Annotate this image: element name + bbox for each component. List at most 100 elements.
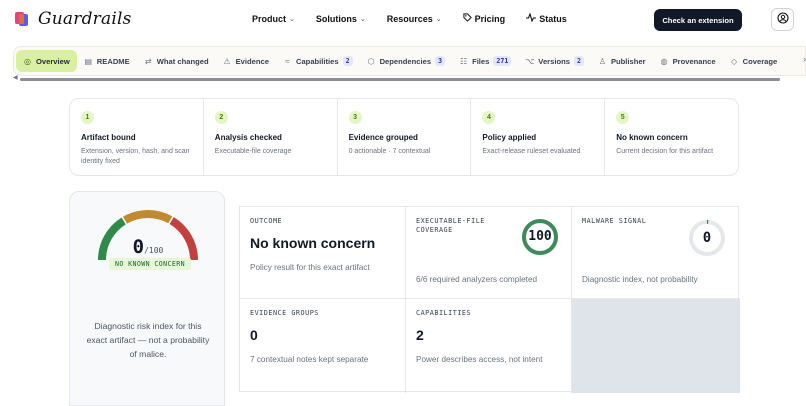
brand-logo[interactable]: Guardrails [14, 9, 132, 29]
plug-icon: ≈ [285, 56, 290, 66]
guardrails-logo-icon [14, 10, 32, 28]
nav-status-label: Status [539, 13, 567, 24]
nav-product-label: Product [252, 13, 287, 24]
nav-solutions-label: Solutions [315, 13, 357, 24]
brand-name: Guardrails [38, 9, 132, 29]
person-icon: ♙ [598, 56, 607, 66]
step-title: Policy applied [482, 133, 537, 142]
check-extension-button[interactable]: Check an extension [654, 9, 742, 31]
tab-label: Files [472, 56, 490, 66]
tab-publisher[interactable]: ♙ Publisher [591, 50, 653, 72]
main-nav: Product ⌄ Solutions ⌄ Resources ⌄ Pricin… [252, 12, 588, 24]
tab-label: Capabilities [295, 56, 339, 66]
nav-resources[interactable]: Resources ⌄ [387, 13, 442, 24]
malware-ring: 0 [688, 219, 726, 257]
chevron-down-icon: ⌄ [289, 15, 295, 23]
tab-evidence[interactable]: ⚠ Evidence [216, 50, 276, 72]
nav-resources-label: Resources [386, 13, 433, 24]
metrics-grid: OUTCOME No known concern Policy result f… [239, 206, 740, 393]
step-card: 2 Analysis checked Executable-file coverag… [204, 99, 338, 175]
step-card: 1 Artifact bound Extension, version, hash,… [70, 99, 204, 175]
gauge-note: Diagnostic risk index for this exact art… [86, 321, 210, 359]
tab-what-changed[interactable]: ⇄ What changed [137, 50, 216, 72]
nav-status[interactable]: Status [526, 12, 567, 24]
step-card: 4 Policy applied Exact-release ruleset eva… [471, 99, 606, 175]
step-description: Exact-release ruleset evaluated [482, 148, 581, 155]
account-button[interactable] [771, 8, 794, 31]
nav-solutions[interactable]: Solutions ⌄ [316, 13, 366, 24]
document-icon: ▤ [84, 56, 93, 66]
tab-label: Overview [36, 56, 70, 66]
user-circle-icon [776, 11, 789, 29]
outcome-label: OUTCOME [250, 217, 283, 225]
coverage-value: 100 [528, 229, 552, 244]
tab-label: What changed [156, 56, 209, 66]
tab-capabilities[interactable]: ≈ Capabilities 2 [276, 50, 360, 72]
tab-label: Coverage [742, 56, 778, 66]
tab-versions[interactable]: ⌥ Versions 2 [518, 50, 591, 72]
step-description: Extension, version, hash, and scan ident… [81, 148, 190, 165]
nav-product[interactable]: Product ⌄ [252, 13, 295, 24]
scrollbar-thumb[interactable] [20, 78, 780, 81]
capabilities-label: CAPABILITIES [416, 309, 472, 317]
tab-overview[interactable]: ◎ Overview [16, 50, 77, 72]
tab-files[interactable]: ☷ Files 271 [452, 50, 518, 72]
top-header: Guardrails Product ⌄ Solutions ⌄ Resourc… [0, 0, 806, 40]
tab-provenance[interactable]: ◍ Provenance [653, 50, 723, 72]
step-number: 4 [482, 111, 496, 124]
gauge-score-max: /100 [144, 246, 164, 255]
tab-coverage[interactable]: ◇ Coverage [723, 50, 785, 72]
warning-icon: ⚠ [223, 56, 231, 66]
tab-readme[interactable]: ▤ README [77, 50, 137, 72]
tab-count-badge: 3 [435, 56, 446, 66]
step-title: Analysis checked [214, 133, 282, 142]
globe-icon: ◍ [660, 56, 668, 66]
gauge-score-value: 0 [132, 236, 145, 258]
tab-count-badge: 271 [493, 56, 512, 66]
evidence-value: 0 [250, 327, 258, 343]
evidence-label: EVIDENCE GROUPS [250, 309, 319, 317]
tab-label: Versions [538, 56, 570, 66]
tab-count-badge: 2 [573, 56, 584, 66]
capabilities-value: 2 [416, 327, 424, 343]
tab-list: ◎ Overview ▤ README ⇄ What changed ⚠ Evidence ≈ C… [16, 50, 784, 72]
capabilities-cell: CAPABILITIES 2 Power describes access, n… [406, 299, 572, 393]
step-description: 0 actionable · 7 contextual [348, 148, 431, 155]
step-title: Evidence grouped [348, 133, 418, 142]
outcome-cell: OUTCOME No known concern Policy result f… [240, 207, 406, 299]
outcome-value: No known concern [250, 235, 376, 251]
coverage-label: EXECUTABLE-FILE COVERAGE [416, 217, 485, 234]
step-card: 3 Evidence grouped 0 actionable · 7 contex… [338, 99, 472, 175]
evidence-note: 7 contextual notes kept separate [250, 355, 369, 364]
coverage-cell: EXECUTABLE-FILE COVERAGE 100 6/6 require… [406, 207, 572, 299]
tab-label: Evidence [235, 56, 269, 66]
capabilities-note: Power describes access, not intent [416, 355, 543, 364]
chevron-down-icon: ⌄ [359, 15, 366, 23]
tab-label: Dependencies [379, 56, 432, 66]
step-title: No known concern [616, 133, 688, 142]
nav-pricing[interactable]: Pricing [463, 13, 506, 24]
nav-pricing-label: Pricing [474, 13, 506, 24]
malware-cell: MALWARE SIGNAL 0 Diagnostic index, not p… [572, 207, 740, 299]
step-number: 1 [81, 111, 94, 124]
report-tabs: ◎ Overview ▤ README ⇄ What changed ⚠ Evidence ≈ C… [13, 46, 806, 76]
tabs-scrollbar[interactable] [20, 78, 780, 81]
tab-label: Publisher [610, 56, 646, 66]
coverage-ring: 100 [521, 218, 559, 256]
step-number: 3 [348, 111, 362, 124]
step-card: 5 No known concern Current decision for th… [605, 99, 738, 175]
status-badge: NO KNOWN CONCERN [109, 258, 191, 270]
coverage-note: 6/6 required analyzers completed [416, 275, 538, 284]
step-title: Artifact bound [81, 133, 136, 142]
tab-dependencies[interactable]: ⬡ Dependencies 3 [360, 50, 452, 72]
analysis-steps: 1 Artifact bound Extension, version, hash,… [69, 98, 739, 176]
gauge-arc-mid [123, 210, 173, 224]
radar-icon: ◎ [24, 56, 31, 66]
malware-note: Diagnostic index, not probability [582, 275, 698, 284]
step-description: Current decision for this artifact [616, 148, 714, 155]
scroll-left-arrow-icon[interactable]: ◀ [13, 74, 18, 81]
step-description: Executable-file coverage [214, 148, 292, 155]
outcome-note: Policy result for this exact artifact [250, 263, 370, 272]
step-number: 2 [214, 111, 228, 124]
step-number: 5 [616, 111, 630, 124]
